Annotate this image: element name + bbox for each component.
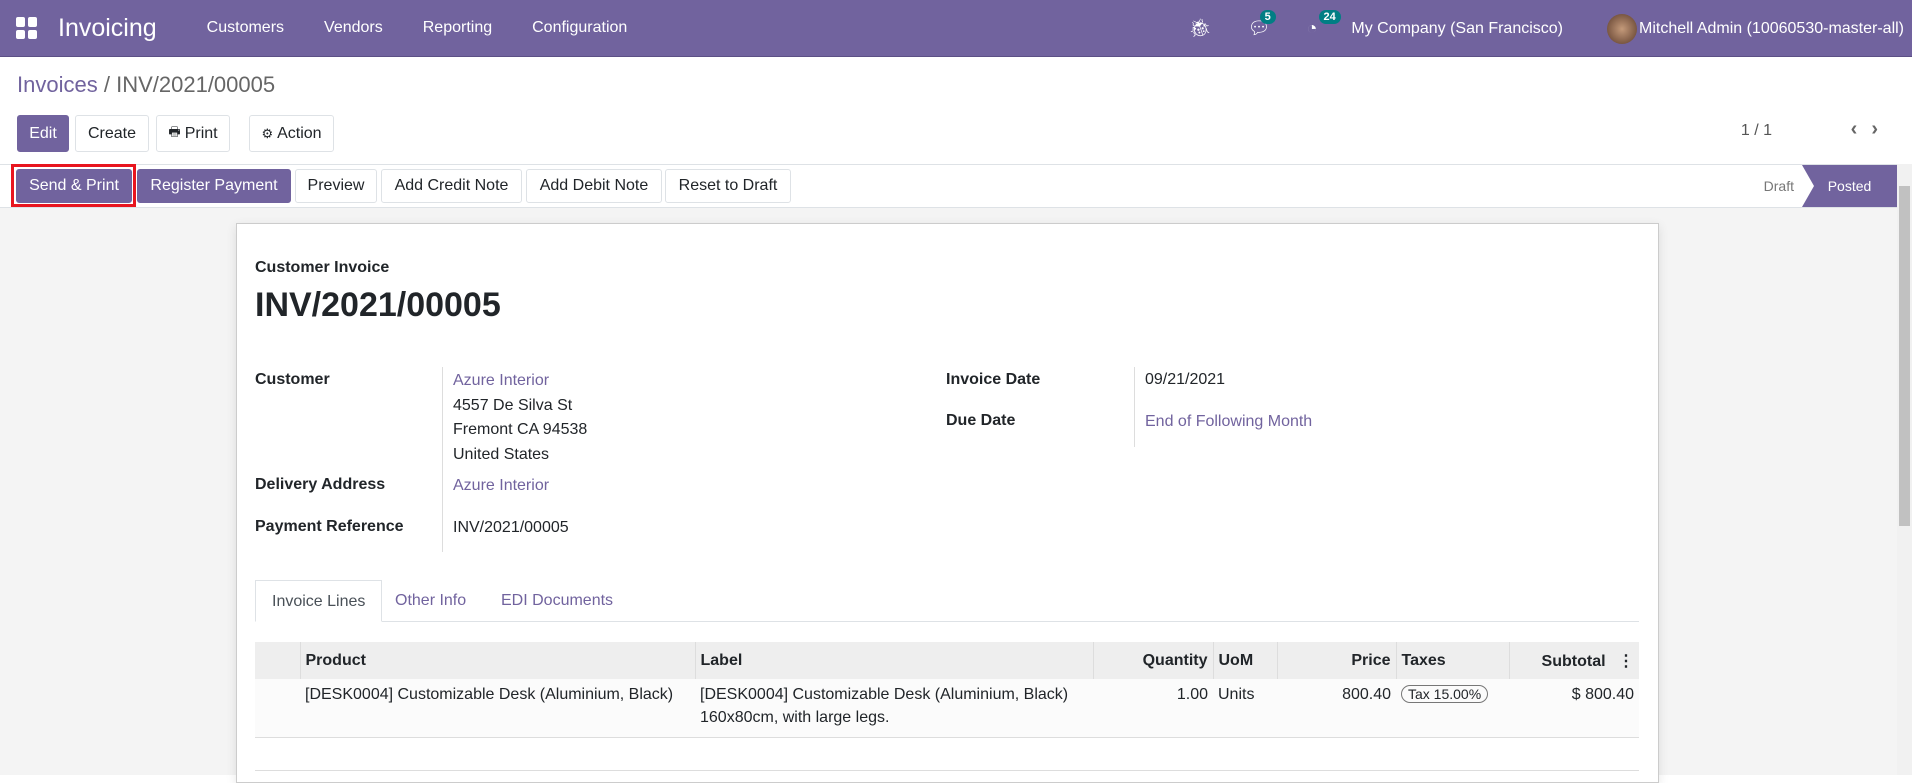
app-name[interactable]: Invoicing — [58, 14, 157, 43]
company-switcher[interactable]: My Company (San Francisco) — [1351, 20, 1563, 38]
table-header: Product Label Quantity UoM Price Taxes S… — [255, 642, 1639, 679]
invoice-type: Customer Invoice — [255, 259, 390, 276]
tab-other-info[interactable]: Other Info — [379, 580, 482, 622]
customer-link[interactable]: Azure Interior — [453, 372, 549, 390]
menu-configuration[interactable]: Configuration — [532, 19, 627, 37]
reset-to-draft-button[interactable]: Reset to Draft — [665, 169, 791, 203]
print-label: Print — [184, 124, 218, 142]
messages-badge: 5 — [1259, 10, 1276, 24]
stage-posted[interactable]: Posted — [1802, 165, 1897, 207]
stage-draft[interactable]: Draft — [1764, 178, 1794, 194]
print-button[interactable]: 🖶 Print — [156, 115, 230, 152]
col-product[interactable]: Product — [299, 642, 695, 679]
line-uom[interactable]: Units — [1213, 679, 1277, 738]
pager-previous-icon[interactable]: ‹ — [1851, 118, 1872, 140]
col-uom[interactable]: UoM — [1212, 642, 1277, 679]
register-payment-button[interactable]: Register Payment — [137, 169, 291, 203]
gear-icon: ⚙ — [261, 125, 274, 141]
add-credit-note-button[interactable]: Add Credit Note — [381, 169, 522, 203]
menu-customers[interactable]: Customers — [207, 19, 284, 37]
printer-icon: 🖶 — [168, 123, 181, 139]
debug-bug-icon[interactable]: 🐞︎ — [1189, 18, 1212, 39]
user-avatar[interactable] — [1607, 13, 1637, 44]
breadcrumb-invoices-link[interactable]: Invoices — [17, 72, 98, 97]
notebook-tabs: Invoice Lines Other Info EDI Documents — [255, 580, 1639, 622]
address-line: Fremont CA 94538 — [453, 421, 588, 438]
payment-reference-value: INV/2021/00005 — [453, 519, 569, 536]
delivery-address-label: Delivery Address — [255, 476, 386, 493]
invoice-date-label: Invoice Date — [946, 371, 1041, 388]
apps-menu-icon[interactable] — [16, 17, 38, 39]
col-label[interactable]: Label — [694, 642, 1093, 679]
payment-reference-label: Payment Reference — [255, 518, 404, 535]
delivery-address-link[interactable]: Azure Interior — [453, 477, 549, 495]
pager-next-icon[interactable]: › — [1871, 118, 1892, 140]
add-debit-note-button[interactable]: Add Debit Note — [526, 169, 662, 203]
activities-badge: 24 — [1318, 10, 1341, 24]
action-button[interactable]: ⚙ Action — [249, 115, 334, 152]
subtotal-header: Subtotal — [1541, 652, 1606, 670]
col-quantity[interactable]: Quantity — [1092, 642, 1213, 679]
edit-button[interactable]: Edit — [17, 115, 69, 152]
due-date-value: End of Following Month — [1145, 413, 1313, 430]
vertical-scrollbar[interactable] — [1897, 164, 1912, 775]
col-subtotal[interactable]: Subtotal ⋮ — [1508, 642, 1639, 679]
tab-invoice-lines[interactable]: Invoice Lines — [255, 580, 383, 622]
create-button[interactable]: Create — [75, 115, 149, 152]
activities-clock-icon[interactable]: ◔ 24 — [1307, 10, 1341, 39]
customer-label: Customer — [255, 371, 330, 388]
breadcrumb-separator: / — [103, 72, 110, 97]
line-product[interactable]: [DESK0004] Customizable Desk (Aluminium,… — [300, 679, 695, 738]
user-menu[interactable]: Mitchell Admin (10060530-master-all) — [1639, 20, 1904, 38]
table-row[interactable]: [DESK0004] Customizable Desk (Aluminium,… — [255, 679, 1639, 738]
action-label: Action — [277, 124, 322, 142]
invoice-lines-table: Product Label Quantity UoM Price Taxes S… — [255, 642, 1639, 738]
messages-icon[interactable]: 💬︎ 5 — [1248, 10, 1276, 39]
address-line: 4557 De Silva St — [453, 397, 573, 414]
address-line: United States — [453, 446, 550, 463]
line-label[interactable]: [DESK0004] Customizable Desk (Aluminium,… — [695, 679, 1093, 738]
menu-vendors[interactable]: Vendors — [324, 19, 383, 37]
optional-columns-icon[interactable]: ⋮ — [1618, 653, 1634, 670]
scrollbar-thumb[interactable] — [1899, 186, 1910, 526]
highlight-box — [11, 164, 136, 207]
tax-badge: Tax 15.00% — [1401, 685, 1489, 703]
invoice-date-value: 09/21/2021 — [1145, 371, 1226, 388]
top-navbar: Invoicing Customers Vendors Reporting Co… — [0, 0, 1912, 57]
line-label-1: [DESK0004] Customizable Desk (Aluminium,… — [700, 686, 1069, 703]
col-price[interactable]: Price — [1276, 642, 1396, 679]
due-date-label: Due Date — [946, 412, 1016, 429]
pager-value[interactable]: 1 / 1 — [1741, 122, 1772, 140]
breadcrumb: Invoices / INV/2021/00005 — [17, 72, 275, 98]
line-subtotal: $ 800.40 — [1509, 679, 1639, 738]
menu-reporting[interactable]: Reporting — [423, 19, 492, 37]
line-price[interactable]: 800.40 — [1277, 679, 1396, 738]
line-taxes[interactable]: Tax 15.00% — [1396, 679, 1509, 738]
tab-edi-documents[interactable]: EDI Documents — [485, 580, 629, 622]
invoice-number: INV/2021/00005 — [255, 286, 501, 324]
line-label-2: 160x80cm, with large legs. — [700, 709, 890, 726]
invoice-sheet: Customer Invoice INV/2021/00005 Customer… — [236, 223, 1659, 783]
line-quantity[interactable]: 1.00 — [1093, 679, 1213, 738]
breadcrumb-current: INV/2021/00005 — [116, 72, 276, 97]
col-taxes[interactable]: Taxes — [1395, 642, 1509, 679]
preview-button[interactable]: Preview — [295, 169, 377, 203]
